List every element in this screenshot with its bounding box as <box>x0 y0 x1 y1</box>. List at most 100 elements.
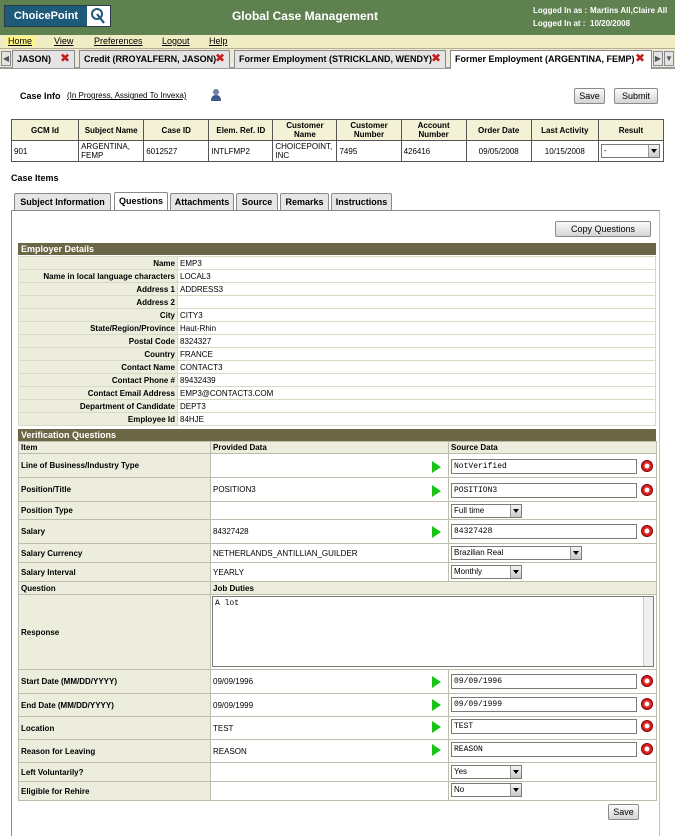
employer-value <box>177 295 656 309</box>
start-date-source-input[interactable]: 09/09/1996 <box>451 674 637 689</box>
window-tab-argentina[interactable]: Former Employment (ARGENTINA, FEMP) ✖ <box>450 50 652 69</box>
menu-view[interactable]: View <box>54 36 73 46</box>
clear-field-icon[interactable] <box>641 698 653 710</box>
table-row: Contact Name CONTACT3 <box>18 360 656 374</box>
eligible-rehire-value: No <box>454 785 465 794</box>
employer-value: FRANCE <box>177 347 656 361</box>
copy-to-source-play-icon[interactable] <box>432 699 441 711</box>
cell-customer-number: 7495 <box>336 140 402 162</box>
menu-preferences[interactable]: Preferences <box>94 36 143 46</box>
case-info-label: Case Info <box>20 91 61 101</box>
cell-elem-ref-id: INTLFMP2 <box>208 140 274 162</box>
clear-field-icon[interactable] <box>641 743 653 755</box>
table-header-row: Item Provided Data Source Data <box>18 441 657 454</box>
close-tab-icon[interactable]: ✖ <box>635 51 645 67</box>
tab-list-dropdown-icon[interactable]: ▼ <box>664 51 674 66</box>
item-label: Location <box>18 716 211 740</box>
salary-currency-select[interactable]: Brazilian Real <box>451 546 582 560</box>
bottom-save-button[interactable]: Save <box>608 804 639 820</box>
close-tab-icon[interactable]: ✖ <box>60 51 70 67</box>
tab-scroll-right-icon[interactable]: ▶ <box>653 51 663 66</box>
copy-to-source-play-icon[interactable] <box>432 676 441 688</box>
left-voluntarily-select[interactable]: Yes <box>451 765 522 779</box>
table-row: Left Voluntarily? <box>18 762 657 782</box>
cell-last-activity: 10/15/2008 <box>530 140 599 162</box>
chevron-down-icon <box>510 766 521 778</box>
menu-home[interactable]: Home <box>5 36 36 46</box>
reason-source-input[interactable]: REASON <box>451 742 637 757</box>
provided-value: REASON <box>210 739 449 763</box>
salary-source-input[interactable]: 84327428 <box>451 524 637 539</box>
employer-value: 8324327 <box>177 334 656 348</box>
clear-field-icon[interactable] <box>641 675 653 687</box>
cell-gcm-id: 901 <box>10 140 80 162</box>
clear-field-icon[interactable] <box>641 525 653 537</box>
copy-to-source-play-icon[interactable] <box>432 485 441 497</box>
end-date-source-input[interactable]: 09/09/1999 <box>451 697 637 712</box>
close-tab-icon[interactable]: ✖ <box>431 51 441 67</box>
employer-value: CITY3 <box>177 308 656 322</box>
tab-attachments[interactable]: Attachments <box>170 193 234 210</box>
employer-details-table: Name EMP3 Name in local language characte… <box>18 256 656 426</box>
employer-value: LOCAL3 <box>177 269 656 283</box>
menu-logout[interactable]: Logout <box>162 36 190 46</box>
employer-label: City <box>18 308 178 322</box>
tab-instructions[interactable]: Instructions <box>331 193 392 210</box>
table-row: Salary Interval YEARLY <box>18 562 657 582</box>
textarea-scrollbar[interactable] <box>643 597 653 666</box>
copy-questions-button[interactable]: Copy Questions <box>555 221 651 237</box>
copy-to-source-play-icon[interactable] <box>432 721 441 733</box>
tab-scroll-left-icon[interactable]: ◀ <box>1 51 11 66</box>
employer-label: State/Region/Province <box>18 321 178 335</box>
result-select[interactable]: - <box>600 144 660 158</box>
tab-source[interactable]: Source <box>236 193 278 210</box>
line-of-business-source-input[interactable]: NotVerified <box>451 459 637 474</box>
employer-label: Name <box>18 256 178 270</box>
tab-questions[interactable]: Questions <box>114 192 168 211</box>
position-source-input[interactable]: POSITION3 <box>451 483 637 498</box>
case-status-link[interactable]: (In Progress, Assigned To Invexa) <box>67 91 186 100</box>
salary-interval-select[interactable]: Monthly <box>451 565 522 579</box>
eligible-rehire-select[interactable]: No <box>451 783 522 797</box>
case-summary-header-row: GCM Id Subject Name Case ID Elem. Ref. I… <box>10 119 665 141</box>
copy-to-source-play-icon[interactable] <box>432 744 441 756</box>
col-order-date: Order Date <box>465 119 532 141</box>
submit-button[interactable]: Submit <box>614 88 658 104</box>
copy-to-source-play-icon[interactable] <box>432 526 441 538</box>
chevron-down-icon <box>647 145 659 157</box>
item-label: Position/Title <box>18 477 211 502</box>
response-textarea[interactable]: A lot <box>212 596 654 667</box>
provided-value <box>210 501 449 520</box>
close-tab-icon[interactable]: ✖ <box>215 51 225 67</box>
tab-subject-information[interactable]: Subject Information <box>14 193 111 210</box>
location-source-input[interactable]: TEST <box>451 719 637 734</box>
left-voluntarily-value: Yes <box>454 767 468 776</box>
window-tab-strickland[interactable]: Former Employment (STRICKLAND, WENDY) ✖ <box>234 50 446 68</box>
copy-to-source-play-icon[interactable] <box>432 461 441 473</box>
position-type-select[interactable]: Full time <box>451 504 522 518</box>
menu-help[interactable]: Help <box>209 36 228 46</box>
clear-field-icon[interactable] <box>641 720 653 732</box>
item-label: Reason for Leaving <box>18 739 211 763</box>
window-tab-credit[interactable]: Credit (RROYALFERN, JASON) ✖ <box>79 50 230 68</box>
window-tab-bar: ◀ JASON) ✖ Credit (RROYALFERN, JASON) ✖ … <box>0 49 675 69</box>
col-elem-ref-id: Elem. Ref. ID <box>208 119 274 141</box>
tab-remarks[interactable]: Remarks <box>280 193 329 210</box>
employer-value: EMP3@CONTACT3.COM <box>177 386 656 400</box>
clear-field-icon[interactable] <box>641 484 653 496</box>
provided-value <box>210 781 449 801</box>
item-label: Start Date (MM/DD/YYYY) <box>18 669 211 694</box>
clear-field-icon[interactable] <box>641 460 653 472</box>
employer-label: Contact Name <box>18 360 178 374</box>
provided-value: NETHERLANDS_ANTILLIAN_GUILDER <box>210 543 449 563</box>
table-row: Eligible for Rehire <box>18 781 657 801</box>
col-subject-name: Subject Name <box>78 119 145 141</box>
save-button[interactable]: Save <box>574 88 605 104</box>
col-item: Item <box>18 441 211 454</box>
employer-label: Address 1 <box>18 282 178 296</box>
person-icon[interactable] <box>210 88 222 102</box>
employer-value: Haut-Rhin <box>177 321 656 335</box>
provided-value: 09/09/1996 <box>210 669 449 694</box>
window-tab-jason[interactable]: JASON) ✖ <box>12 50 75 68</box>
provided-value: TEST <box>210 716 449 740</box>
